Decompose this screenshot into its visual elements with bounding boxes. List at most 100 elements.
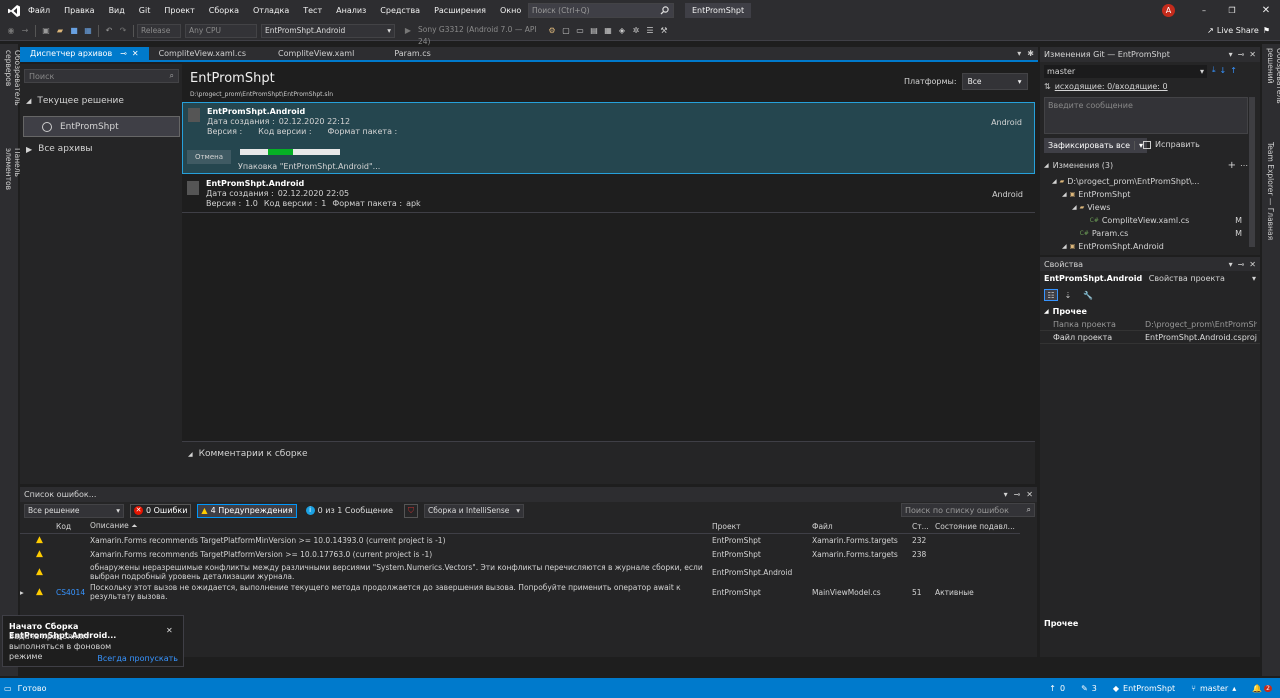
tree-item[interactable]: ◢ ▰ Views xyxy=(1052,201,1242,214)
col-file[interactable]: Файл xyxy=(812,520,912,533)
close-icon[interactable]: ✕ xyxy=(166,626,173,635)
error-search-input[interactable]: Поиск по списку ошибок ⌕ xyxy=(901,503,1035,517)
toolbox-icon[interactable]: ⚙ xyxy=(545,26,559,35)
archive-search-input[interactable]: Поиск ⌕ xyxy=(24,69,179,83)
notification-icon[interactable]: 🔔 xyxy=(1252,684,1262,693)
grid-icon[interactable]: ▦ xyxy=(601,26,615,35)
layout-icon[interactable]: ▤ xyxy=(587,26,601,35)
minimize-icon[interactable]: – xyxy=(1198,6,1210,15)
messages-filter-button[interactable]: i0 из 1 Сообщение xyxy=(303,504,396,518)
undo-icon[interactable]: ↶ xyxy=(102,26,116,35)
property-row[interactable]: Папка проекта D:\progect_prom\EntPromSh xyxy=(1040,318,1260,331)
run-icon[interactable]: ▶ xyxy=(401,26,415,35)
user-avatar[interactable]: A xyxy=(1162,4,1175,17)
archive-item-selected[interactable]: EntPromShpt.Android Дата создания :02.12… xyxy=(182,102,1035,174)
menu-item[interactable]: Вид xyxy=(109,6,125,15)
branch-name[interactable]: master xyxy=(1200,684,1228,693)
tab-overflow-icon[interactable]: ▾ xyxy=(1017,49,1021,58)
filter-icon[interactable]: ⛉ xyxy=(404,503,419,518)
menu-item[interactable]: Тест xyxy=(303,6,322,15)
more-icon[interactable]: ⋯ xyxy=(1240,161,1248,170)
col-code[interactable]: Код xyxy=(56,520,90,533)
save-icon[interactable]: ■ xyxy=(67,26,81,35)
menu-item[interactable]: Проект xyxy=(164,6,194,15)
cube-icon[interactable]: ◈ xyxy=(615,26,629,35)
tree-item[interactable]: ◢C#Param.csM xyxy=(1052,227,1242,240)
menu-item[interactable]: Анализ xyxy=(336,6,366,15)
open-icon[interactable]: ▰ xyxy=(53,26,67,35)
alphabetical-icon[interactable]: ⇣ xyxy=(1061,289,1075,301)
redo-icon[interactable]: ↷ xyxy=(116,26,130,35)
live-share-label[interactable]: Live Share xyxy=(1217,26,1259,35)
comments-section[interactable]: ◢ Комментарии к сборке xyxy=(182,441,1035,484)
menu-item[interactable]: Средства xyxy=(380,6,420,15)
menu-item[interactable]: Отладка xyxy=(253,6,289,15)
categorized-icon[interactable]: ☷ xyxy=(1044,289,1058,301)
menu-item[interactable]: Правка xyxy=(64,6,94,15)
settings-icon[interactable]: ✲ xyxy=(629,26,643,35)
list-icon[interactable]: ☰ xyxy=(643,26,657,35)
branch-combo[interactable]: master ▾ xyxy=(1044,65,1207,78)
tab-team-explorer[interactable]: Team Explorer — Главная xyxy=(1266,142,1275,242)
current-solution-group[interactable]: ◢ Текущее решение xyxy=(26,96,124,106)
col-project[interactable]: Проект xyxy=(712,520,812,533)
warnings-filter-button[interactable]: ▲ 4 Предупреждения xyxy=(197,503,297,518)
commit-all-button[interactable]: Зафиксировать все ▾ xyxy=(1044,138,1148,153)
device-combo[interactable]: Sony G3312 (Android 7.0 — API 24) xyxy=(415,24,545,46)
close-icon[interactable]: ✕ xyxy=(1026,490,1033,499)
always-skip-link[interactable]: Всегда пропускать xyxy=(97,654,178,663)
output-icon[interactable]: ▭ xyxy=(4,684,12,693)
menu-item[interactable]: Файл xyxy=(28,6,50,15)
repo-name[interactable]: EntPromShpt xyxy=(1123,684,1175,693)
chevron-up-icon[interactable]: ▴ xyxy=(1232,684,1236,693)
tab-solution-explorer[interactable]: Обозреватель решений xyxy=(1266,48,1280,140)
build-filter-combo[interactable]: Сборка и IntelliSense ▾ xyxy=(424,503,525,518)
commit-message-input[interactable]: Введите сообщение xyxy=(1044,97,1248,134)
dropdown-icon[interactable]: ▾ xyxy=(1229,260,1233,269)
changes-count[interactable]: 3 xyxy=(1092,684,1097,693)
pull-icon[interactable]: ↓ xyxy=(1220,66,1227,75)
errors-filter-button[interactable]: ✕ 0 Ошибки xyxy=(130,503,192,518)
changes-header[interactable]: ◢ Изменения (3) + ⋯ xyxy=(1044,160,1248,171)
new-project-icon[interactable]: ▣ xyxy=(39,26,53,35)
table-row[interactable]: ▲ обнаружены неразрешимые конфликты между… xyxy=(20,561,1020,583)
gear-icon[interactable]: ✱ xyxy=(1027,49,1034,58)
close-icon[interactable]: ✕ xyxy=(132,47,139,60)
device-icon[interactable]: ▭ xyxy=(573,26,587,35)
tab-complite-view-xaml-cs[interactable]: CompliteView.xaml.cs xyxy=(149,47,256,60)
maximize-icon[interactable]: ❐ xyxy=(1220,6,1244,15)
live-share-icon[interactable]: ↗ xyxy=(1207,26,1214,35)
property-row[interactable]: Файл проекта EntPromShpt.Android.csproj xyxy=(1040,331,1260,344)
close-icon[interactable]: ✕ xyxy=(1249,50,1256,59)
feedback-icon[interactable]: ⚑ xyxy=(1263,26,1270,35)
menu-item[interactable]: Сборка xyxy=(209,6,239,15)
cancel-button[interactable]: Отмена xyxy=(187,150,231,164)
col-suppression[interactable]: Состояние подавл... xyxy=(935,520,1020,533)
archive-item[interactable]: EntPromShpt.Android Дата создания :02.12… xyxy=(182,177,1035,213)
scrollbar[interactable] xyxy=(1249,97,1255,247)
col-description[interactable]: Описание ⏶ xyxy=(90,520,712,533)
expand-icon[interactable]: ▸ xyxy=(20,588,24,597)
close-icon[interactable]: ✕ xyxy=(1249,260,1256,269)
search-input[interactable]: Поиск (Ctrl+Q) xyxy=(528,3,674,18)
forward-icon[interactable]: → xyxy=(18,26,32,35)
menu-item[interactable]: Расширения xyxy=(434,6,486,15)
menu-item[interactable]: Окно xyxy=(500,6,521,15)
pin-icon[interactable]: ⊸ xyxy=(1238,50,1245,59)
startup-project-combo[interactable]: EntPromShpt.Android ▾ xyxy=(261,23,395,38)
category-row[interactable]: ◢ Прочее xyxy=(1044,307,1087,316)
amend-checkbox[interactable]: Исправить xyxy=(1143,140,1200,149)
pin-icon[interactable]: ⊸ xyxy=(1238,260,1245,269)
tree-item[interactable]: ◢ ▣ EntPromShpt.Android xyxy=(1052,240,1242,253)
unpushed-count[interactable]: 0 xyxy=(1060,684,1065,693)
scope-combo[interactable]: Все решение ▾ xyxy=(24,503,124,518)
tree-item[interactable]: ◢C#CompliteView.xaml.csM xyxy=(1052,214,1242,227)
pin-icon[interactable]: ⊸ xyxy=(1014,490,1021,499)
sync-link[interactable]: исходящие: 0/входящие: 0 xyxy=(1055,82,1168,91)
tab-param-cs[interactable]: Param.cs xyxy=(364,47,440,60)
close-icon[interactable]: ✕ xyxy=(1254,5,1278,16)
object-selector[interactable]: EntPromShpt.Android Свойства проекта ▾ xyxy=(1044,274,1256,283)
wrench-icon[interactable]: 🔧 xyxy=(1081,289,1095,301)
all-archives-group[interactable]: ▶ Все архивы xyxy=(26,144,93,154)
add-icon[interactable]: + xyxy=(1228,160,1236,171)
